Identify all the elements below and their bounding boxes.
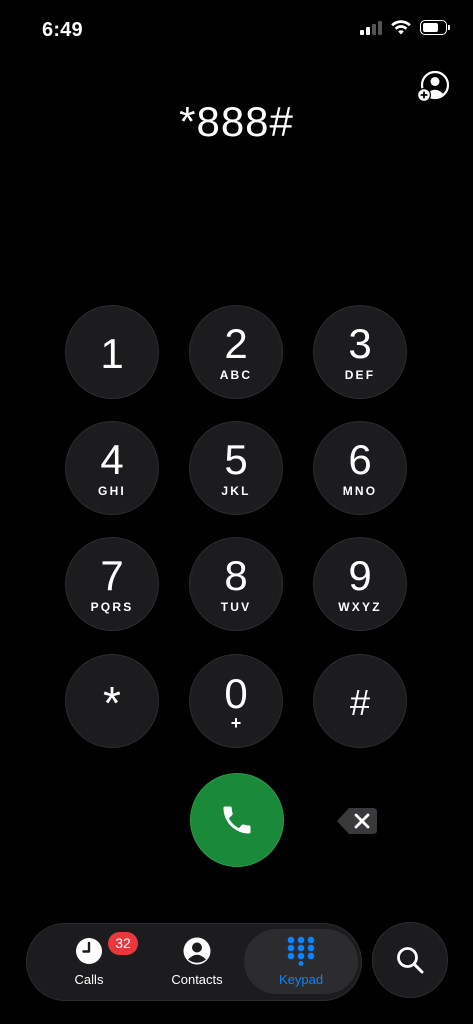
key-letters: WXYZ: [338, 600, 382, 614]
tab-calls-label: Calls: [74, 972, 104, 987]
keypad-key-star[interactable]: *: [65, 654, 159, 748]
key-digit: 3: [348, 320, 372, 367]
keypad-key-5[interactable]: 5 JKL: [189, 421, 283, 515]
key-letters: TUV: [220, 600, 252, 614]
tab-keypad-label: Keypad: [278, 972, 324, 987]
key-letters: GHI: [98, 484, 126, 498]
key-letters: PQRS: [90, 600, 134, 614]
tab-bar: Calls 32 Contacts Keypad: [26, 923, 362, 1001]
key-letters: +: [230, 713, 242, 733]
key-letters: DEF: [344, 368, 376, 382]
person-icon: [183, 937, 211, 965]
backspace-icon: [337, 808, 377, 834]
status-icons: [360, 20, 450, 35]
keypad-key-7[interactable]: 7 PQRS: [65, 537, 159, 631]
status-time: 6:49: [42, 19, 83, 41]
missed-calls-badge: 32: [108, 932, 138, 955]
key-digit: 5: [224, 436, 248, 483]
keypad-key-hash[interactable]: #: [313, 654, 407, 748]
keypad-key-8[interactable]: 8 TUV: [189, 537, 283, 631]
tab-calls[interactable]: Calls 32: [37, 924, 141, 999]
tab-contacts[interactable]: Contacts: [145, 924, 249, 999]
keypad-key-0[interactable]: 0 +: [189, 654, 283, 748]
dialed-number: *888#: [179, 98, 294, 145]
key-digit: 9: [348, 552, 372, 599]
keypad-key-1[interactable]: 1: [65, 305, 159, 399]
tab-keypad[interactable]: Keypad: [244, 929, 358, 994]
key-digit: 8: [224, 552, 248, 599]
cellular-signal-icon: [360, 20, 382, 35]
key-digit: 0: [224, 670, 248, 717]
tab-contacts-label: Contacts: [171, 972, 223, 987]
clock-icon: [76, 938, 102, 964]
keypad-key-9[interactable]: 9 WXYZ: [313, 537, 407, 631]
battery-icon: [420, 20, 450, 35]
key-digit: 7: [100, 552, 124, 599]
key-letters: ABC: [219, 368, 253, 382]
call-button[interactable]: [190, 773, 284, 867]
search-icon: [397, 947, 424, 974]
wifi-icon: [391, 20, 411, 35]
key-digit: 6: [348, 436, 372, 483]
phone-screen: 6:49 *888# 1 2 ABC 3 DEF 4 GHI 5 JKL 6 M…: [0, 0, 473, 1024]
keypad-grid-icon: [287, 936, 315, 966]
key-digit: #: [349, 682, 371, 723]
key-digit: *: [103, 677, 121, 729]
key-digit: 2: [224, 320, 248, 367]
key-digit: 1: [100, 330, 124, 377]
keypad-key-4[interactable]: 4 GHI: [65, 421, 159, 515]
phone-icon: [223, 806, 251, 834]
keypad-key-2[interactable]: 2 ABC: [189, 305, 283, 399]
key-digit: 4: [100, 436, 124, 483]
key-letters: JKL: [221, 484, 251, 498]
keypad-key-3[interactable]: 3 DEF: [313, 305, 407, 399]
key-letters: MNO: [342, 484, 378, 498]
keypad-key-6[interactable]: 6 MNO: [313, 421, 407, 515]
search-button[interactable]: [372, 922, 448, 998]
backspace-button[interactable]: [336, 806, 378, 836]
